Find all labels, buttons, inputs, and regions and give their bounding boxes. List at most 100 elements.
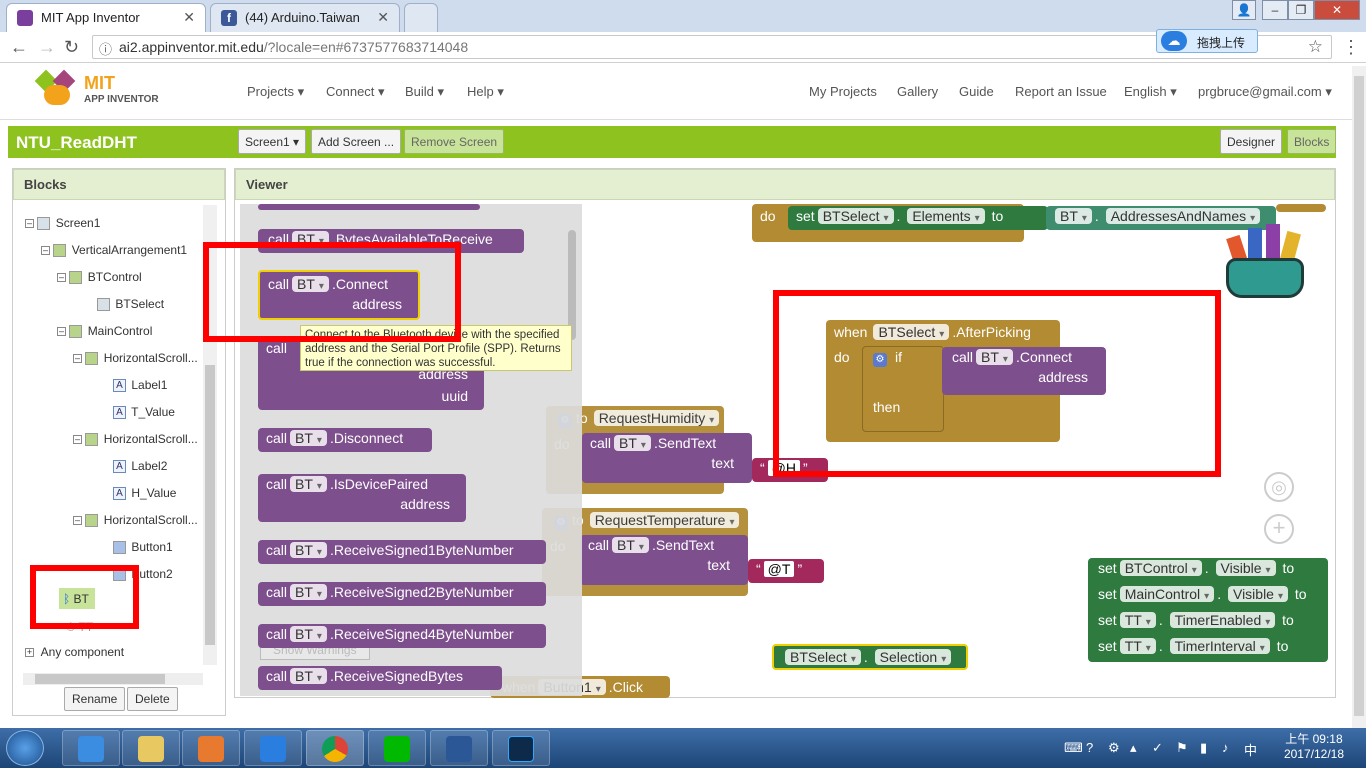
block-set-maincontrol-visible[interactable]: setMainControl. Visible to: [1098, 586, 1307, 602]
menu-build[interactable]: Build ▾: [405, 84, 444, 100]
taskbar-word[interactable]: [430, 730, 488, 766]
tree-item-horizontalscroll-2[interactable]: – HorizontalScroll...: [73, 432, 198, 447]
menu-account[interactable]: prgbruce@gmail.com ▾: [1198, 84, 1332, 100]
tree-item-label2[interactable]: A Label2: [113, 459, 167, 474]
minimize-window-icon[interactable]: –: [1262, 0, 1288, 20]
tree-item-maincontrol[interactable]: – MainControl: [57, 324, 152, 339]
link-report-issue[interactable]: Report an Issue: [1015, 84, 1107, 99]
tree-scrollbar-thumb[interactable]: [205, 365, 215, 645]
block-set-tt-timerenabled[interactable]: setTT. TimerEnabled to: [1098, 612, 1294, 628]
tree-item-btcontrol[interactable]: – BTControl: [57, 270, 142, 285]
flyout-block-isdevicepaired[interactable]: callBT.IsDevicePairedaddress: [258, 474, 466, 522]
maximize-window-icon[interactable]: ❐: [1288, 0, 1314, 20]
flyout-block-receivesigned4byte[interactable]: callBT.ReceiveSigned4ByteNumber: [258, 624, 546, 648]
internet-explorer-icon: [78, 736, 104, 762]
remove-screen-button[interactable]: Remove Screen: [404, 129, 505, 154]
help-icon[interactable]: ?: [1086, 740, 1093, 755]
tree-item-verticalarrangement1[interactable]: – VerticalArrangement1: [41, 243, 187, 258]
screen-select-dropdown[interactable]: Screen1 ▾: [238, 129, 307, 154]
bookmark-star-icon[interactable]: ☆: [1308, 37, 1323, 57]
forward-arrow-icon[interactable]: →: [38, 37, 56, 58]
reload-icon[interactable]: ↻: [64, 37, 79, 58]
taskbar-line[interactable]: [368, 730, 426, 766]
block-set-btselect-elements[interactable]: setBTSelect. Elements to: [788, 206, 1048, 230]
delete-button[interactable]: Delete: [127, 687, 178, 711]
backpack-icon[interactable]: [1222, 218, 1310, 300]
upload-helper-button[interactable]: ☁ 拖拽上传: [1156, 29, 1258, 53]
menu-connect[interactable]: Connect ▾: [326, 84, 385, 100]
rename-button[interactable]: Rename: [64, 687, 126, 711]
center-target-icon[interactable]: ◎: [1264, 472, 1294, 502]
tree-item-horizontalscroll-1[interactable]: – HorizontalScroll...: [73, 351, 198, 366]
tree-item-label1[interactable]: A Label1: [113, 378, 167, 393]
tab-title: (44) Arduino.Taiwan: [245, 10, 360, 25]
menu-projects[interactable]: Projects ▾: [247, 84, 304, 100]
flag-icon[interactable]: ⚑: [1176, 740, 1188, 756]
tab-mit-app-inventor[interactable]: MIT App Inventor ✕: [6, 3, 206, 32]
zoom-in-icon[interactable]: +: [1264, 514, 1294, 544]
tree-item-any-component[interactable]: + Any component: [25, 645, 124, 659]
system-clock[interactable]: 上午 09:18 2017/12/18: [1284, 732, 1344, 762]
block-call-bt-sendtext-t[interactable]: callBT.SendText text: [580, 535, 748, 585]
tree-item-horizontalscroll-3[interactable]: – HorizontalScroll...: [73, 513, 198, 528]
blocks-panel-title: Blocks: [13, 169, 225, 200]
taskbar-explorer[interactable]: [122, 730, 180, 766]
close-tab-icon[interactable]: ✕: [377, 9, 389, 26]
info-icon[interactable]: ⓘ: [99, 39, 112, 58]
link-gallery[interactable]: Gallery: [897, 84, 938, 99]
taskbar-media[interactable]: [182, 730, 240, 766]
close-tab-icon[interactable]: ✕: [183, 9, 195, 26]
arg-address-label: address: [400, 496, 450, 512]
tree-item-screen1[interactable]: – Screen1: [25, 216, 100, 231]
back-arrow-icon[interactable]: ←: [10, 37, 28, 58]
app-inventor-favicon-icon: [17, 10, 33, 26]
block-btselect-selection[interactable]: BTSelect. Selection: [772, 644, 968, 670]
link-guide[interactable]: Guide: [959, 84, 994, 99]
menu-language[interactable]: English ▾: [1124, 84, 1177, 100]
text-block-t[interactable]: “@T”: [748, 559, 824, 583]
taskbar-baidu[interactable]: [244, 730, 302, 766]
language-icon[interactable]: 中: [1244, 740, 1257, 759]
browser-tab-bar: MIT App Inventor ✕ f (44) Arduino.Taiwan…: [0, 0, 1366, 32]
flyout-block-receivesigned1byte[interactable]: callBT.ReceiveSigned1ByteNumber: [258, 540, 546, 564]
page-scrollbar[interactable]: [1352, 66, 1366, 728]
network-icon[interactable]: ▮: [1200, 740, 1207, 756]
link-my-projects[interactable]: My Projects: [809, 84, 877, 99]
antivirus-icon[interactable]: ✓: [1152, 740, 1163, 756]
designer-button[interactable]: Designer: [1220, 129, 1283, 154]
block-set-tt-timerinterval[interactable]: setTT. TimerInterval to: [1098, 638, 1288, 654]
blocks-button[interactable]: Blocks: [1287, 129, 1337, 154]
chrome-menu-icon[interactable]: ⋮: [1342, 37, 1360, 58]
tray-app-icon[interactable]: ⚙: [1108, 740, 1120, 756]
tab-title: MIT App Inventor: [41, 10, 140, 25]
taskbar-chrome[interactable]: [306, 730, 364, 766]
block-call-bt-sendtext-h[interactable]: callBT.SendText text: [582, 433, 752, 483]
start-button-icon[interactable]: [6, 730, 44, 766]
block-set-btcontrol-visible[interactable]: setBTControl. Visible to: [1098, 560, 1294, 576]
url-field[interactable]: ⓘ ai2.appinventor.mit.edu/?locale=en#673…: [92, 35, 1332, 59]
close-window-icon[interactable]: ✕: [1314, 0, 1360, 20]
user-profile-icon[interactable]: 👤: [1232, 0, 1256, 20]
cloud-sync-icon: [260, 736, 286, 762]
tree-item-t-value[interactable]: A T_Value: [113, 405, 175, 420]
flyout-block-receivesignedbytes[interactable]: callBT.ReceiveSignedBytes: [258, 666, 502, 690]
list-picker-icon: [97, 298, 110, 312]
flyout-block-disconnect[interactable]: callBT.Disconnect: [258, 428, 432, 452]
tree-item-h-value[interactable]: A H_Value: [113, 486, 176, 501]
taskbar-ie[interactable]: [62, 730, 120, 766]
menu-help[interactable]: Help ▾: [467, 84, 504, 100]
new-tab-button[interactable]: [404, 3, 438, 32]
keyboard-icon[interactable]: ⌨: [1064, 740, 1083, 756]
tab-arduino-taiwan[interactable]: f (44) Arduino.Taiwan ✕: [210, 3, 400, 32]
media-player-icon: [198, 736, 224, 762]
tree-item-button1[interactable]: Button1: [113, 540, 173, 555]
volume-icon[interactable]: ♪: [1222, 740, 1229, 755]
taskbar-photoshop[interactable]: [492, 730, 550, 766]
tree-item-btselect[interactable]: BTSelect: [97, 297, 164, 312]
add-screen-button[interactable]: Add Screen ...: [311, 129, 402, 154]
arrangement-icon: [85, 352, 99, 366]
show-hidden-icons-icon[interactable]: ▴: [1130, 740, 1137, 756]
flyout-scrollbar[interactable]: [568, 230, 576, 340]
tree-horizontal-scrollbar[interactable]: [23, 673, 203, 685]
flyout-block-receivesigned2byte[interactable]: callBT.ReceiveSigned2ByteNumber: [258, 582, 546, 606]
